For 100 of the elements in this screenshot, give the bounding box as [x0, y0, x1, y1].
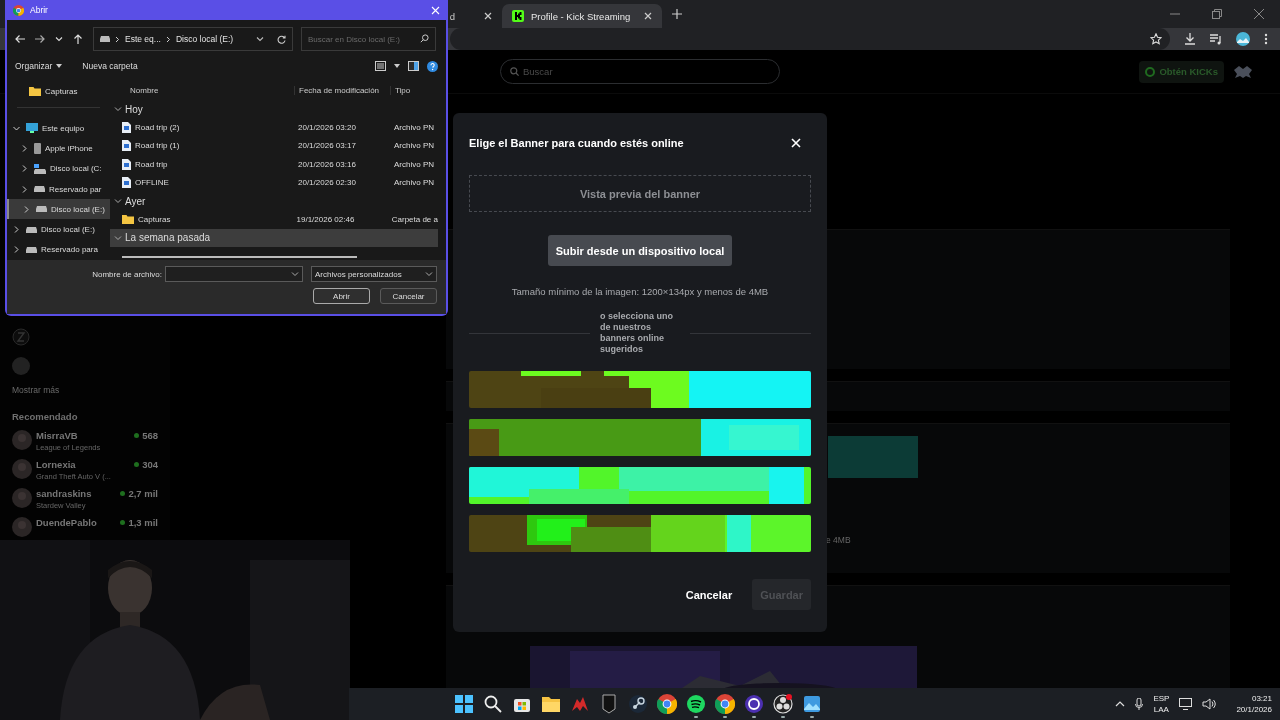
ring-icon — [743, 694, 764, 714]
file-name[interactable]: Road trip (1) — [110, 140, 294, 152]
chrome-icon — [714, 694, 735, 714]
chevron-down-icon — [114, 197, 122, 205]
chevron-down-icon[interactable] — [13, 124, 20, 132]
nav-item[interactable]: Capturas — [7, 81, 110, 102]
cancel-button[interactable]: Cancelar — [677, 579, 741, 610]
group-header[interactable]: La semana pasada — [110, 228, 438, 247]
new-tab-icon[interactable] — [672, 9, 682, 19]
group-header[interactable]: Ayer — [110, 192, 438, 210]
photos-icon — [801, 694, 822, 714]
menu-icon[interactable] — [1264, 33, 1268, 45]
help-icon[interactable] — [427, 60, 438, 72]
column-header[interactable]: Fecha de modificación — [294, 85, 390, 95]
open-button[interactable]: Abrir — [313, 288, 370, 304]
chevron-right-icon[interactable] — [21, 185, 28, 193]
drive-icon — [34, 163, 46, 174]
forward-arrow-icon[interactable] — [35, 34, 45, 44]
viewer-count: 1,3 mil — [120, 517, 158, 528]
image-file-icon — [122, 140, 131, 152]
up-arrow-icon[interactable] — [73, 34, 83, 44]
close-icon[interactable] — [484, 12, 492, 20]
chevron-right-icon — [165, 35, 171, 43]
breadcrumb-item[interactable]: Disco local (E:) — [175, 34, 234, 44]
file-type: Carpeta de a — [390, 214, 438, 224]
back-arrow-icon[interactable] — [15, 34, 25, 44]
file-date: 20/1/2026 03:17 — [297, 141, 357, 151]
filename-field[interactable] — [165, 266, 303, 282]
chevron-down-icon[interactable] — [55, 35, 63, 43]
nav-item[interactable]: Apple iPhone — [7, 138, 110, 159]
restore-icon[interactable] — [1212, 9, 1222, 19]
search-icon — [510, 67, 519, 76]
chevron-right-icon — [115, 35, 120, 43]
nav-item[interactable]: Disco local (E:) — [7, 199, 110, 220]
language-indicator[interactable]: ESP LAA — [1153, 693, 1170, 715]
nav-item[interactable]: Reservado para — [7, 239, 110, 260]
chevron-right-icon[interactable] — [13, 246, 20, 254]
caret-icon[interactable] — [394, 64, 400, 68]
browser-tab[interactable]: Profile - Kick Streaming — [502, 4, 662, 28]
channel-name[interactable]: sandraskins — [36, 488, 117, 499]
microphone-icon[interactable] — [1135, 698, 1144, 710]
nav-item[interactable]: Disco local (C: — [7, 158, 110, 179]
nav-item[interactable]: Este equipo — [7, 118, 110, 139]
file-date: 19/1/2026 02:46 — [295, 214, 356, 224]
chevron-right-icon[interactable] — [13, 226, 20, 234]
preview-pane-icon[interactable] — [408, 61, 419, 71]
drive-icon — [26, 226, 37, 233]
address-field[interactable]: Este eq... Disco local (E:) — [93, 27, 293, 51]
close-icon[interactable] — [644, 12, 652, 20]
chevron-down-icon — [256, 35, 264, 43]
chevron-up-icon[interactable] — [1115, 701, 1126, 707]
caret-icon — [56, 64, 63, 68]
file-type: Archivo PN — [393, 178, 435, 188]
channel-name[interactable]: MisrraVB — [36, 430, 131, 441]
chevron-right-icon[interactable] — [21, 145, 28, 153]
channel-name[interactable]: Lornexia — [36, 459, 131, 470]
clock[interactable]: 03:21 20/1/2026 — [1236, 693, 1272, 715]
refresh-icon — [277, 34, 286, 44]
file-type-dropdown[interactable]: Archivos personalizados — [311, 266, 437, 282]
search-field[interactable]: Buscar en Disco local (E:) — [301, 27, 436, 51]
new-folder-button[interactable]: Nueva carpeta — [82, 61, 138, 71]
chevron-right-icon[interactable] — [23, 205, 30, 213]
speaker-icon[interactable] — [1202, 698, 1217, 710]
start-icon — [453, 694, 474, 714]
file-name[interactable]: OFFLINE — [110, 177, 294, 189]
show-more-link[interactable]: Mostrar más — [12, 385, 158, 395]
profile-avatar-icon[interactable] — [1236, 32, 1250, 46]
channel-name[interactable]: DuendePablo — [36, 517, 117, 528]
download-icon[interactable] — [1184, 33, 1196, 45]
search-field[interactable]: Buscar — [500, 59, 780, 84]
chevron-down-icon — [425, 270, 433, 278]
media-icon[interactable] — [1210, 33, 1222, 45]
banner-preview-box: Vista previa del banner — [469, 175, 811, 212]
group-header[interactable]: Hoy — [110, 100, 438, 118]
search-icon — [420, 34, 429, 43]
file-date: 20/1/2026 03:16 — [297, 159, 357, 169]
divider-text: o selecciona uno de nuestros banners online sugeridos — [600, 311, 675, 355]
nav-item[interactable]: Reservado par — [7, 178, 110, 200]
file-name[interactable]: Road trip — [110, 158, 294, 170]
upload-button[interactable]: Subir desde un dispositivo local — [547, 235, 733, 266]
obs-icon — [772, 694, 793, 714]
chevron-right-icon[interactable] — [21, 165, 28, 173]
drive-icon — [26, 246, 37, 253]
nav-item[interactable]: Disco local (E:) — [7, 219, 110, 240]
channel-avatar-icon — [12, 328, 30, 346]
viewer-count: 568 — [134, 430, 158, 441]
organize-menu[interactable]: Organizar — [15, 61, 63, 71]
cancel-button[interactable]: Cancelar — [380, 288, 437, 304]
browser-tab[interactable]: d — [430, 4, 502, 28]
column-header[interactable]: Nombre — [130, 85, 294, 95]
view-list-icon[interactable] — [375, 61, 386, 71]
file-name[interactable]: Road trip (2) — [110, 121, 294, 133]
column-header[interactable]: Tipo — [390, 85, 438, 95]
star-icon[interactable] — [1150, 33, 1162, 45]
spotify-icon — [685, 694, 706, 714]
chevron-down-icon — [291, 270, 299, 278]
file-name[interactable]: Capturas — [110, 214, 293, 225]
breadcrumb-item[interactable]: Este eq... — [125, 34, 161, 44]
network-icon[interactable] — [1179, 698, 1193, 710]
drive-icon — [100, 36, 110, 42]
